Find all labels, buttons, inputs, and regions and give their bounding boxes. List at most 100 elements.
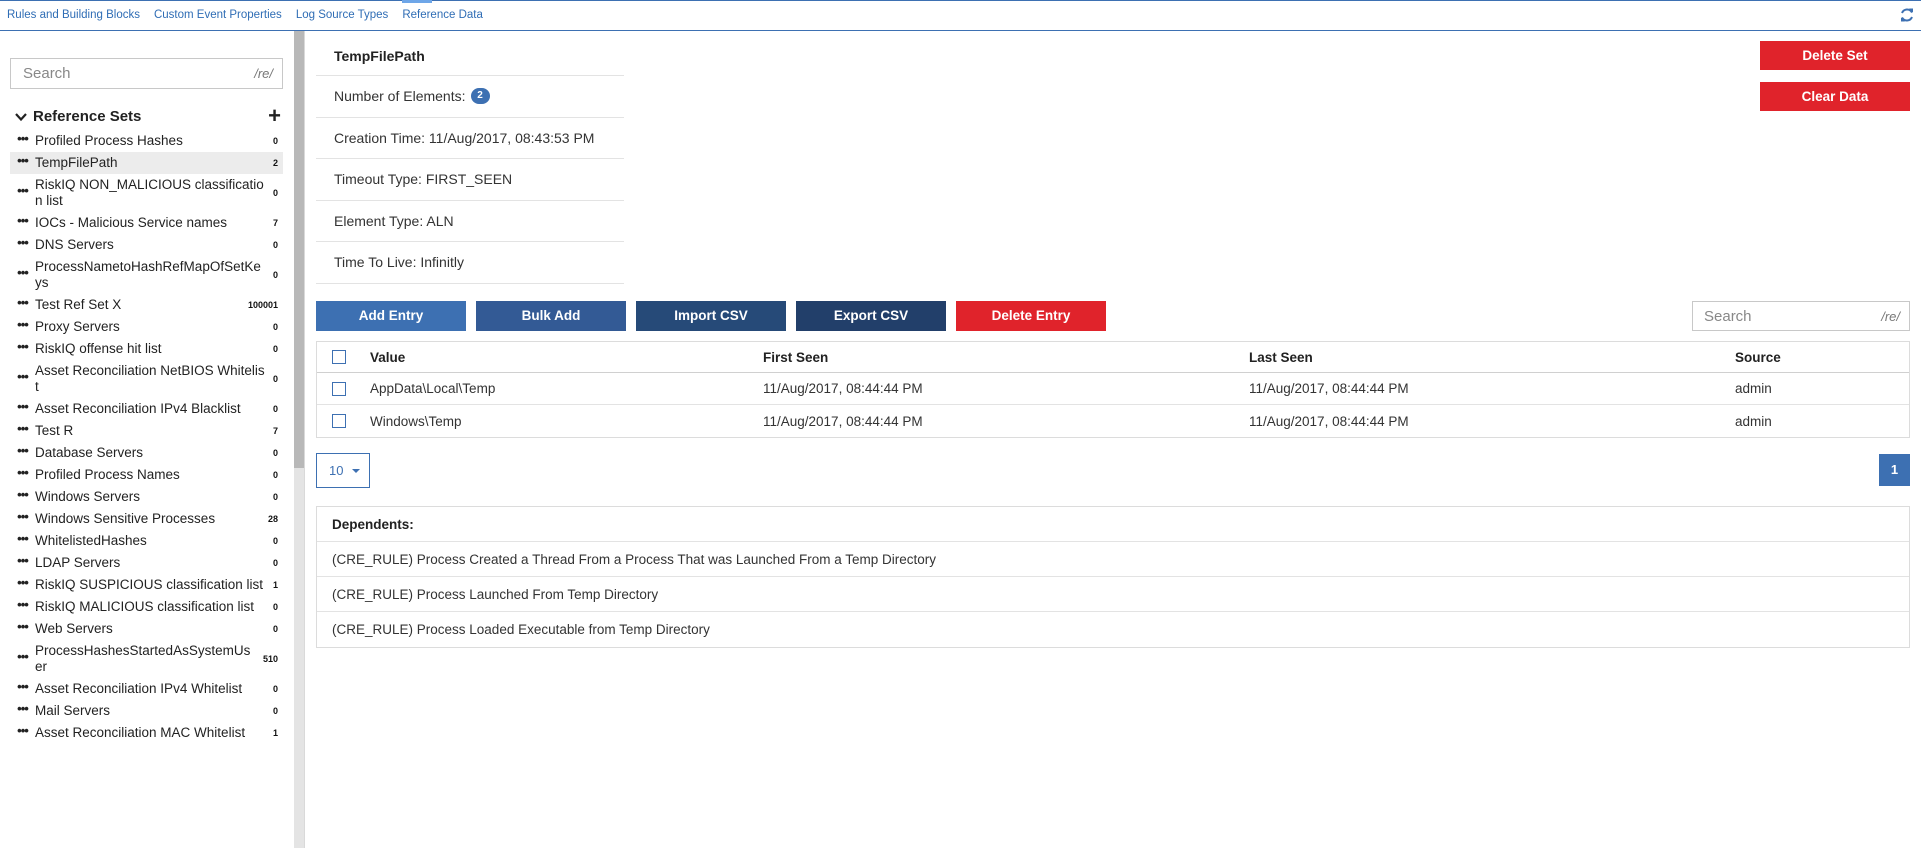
plus-icon[interactable]: +	[268, 105, 281, 127]
row-checkbox[interactable]	[332, 414, 346, 428]
table-row[interactable]: AppData\Local\Temp 11/Aug/2017, 08:44:44…	[317, 373, 1909, 405]
reference-set-item[interactable]: ••• Asset Reconciliation MAC Whitelist 1	[10, 722, 283, 744]
reference-set-count: 0	[272, 344, 278, 354]
dependent-item[interactable]: (CRE_RULE) Process Launched From Temp Di…	[317, 577, 1909, 612]
reference-set-item[interactable]: ••• ProcessHashesStartedAsSystemUser 510	[10, 640, 283, 678]
reference-set-item[interactable]: ••• Mail Servers 0	[10, 700, 283, 722]
header-first-seen[interactable]: First Seen	[763, 350, 1249, 365]
reference-set-count: 0	[272, 136, 278, 146]
ellipsis-icon[interactable]: •••	[10, 466, 35, 482]
delete-entry-button[interactable]: Delete Entry	[956, 301, 1106, 331]
table-regex-toggle[interactable]: /re/	[1881, 309, 1900, 324]
ellipsis-icon[interactable]: •••	[10, 680, 35, 696]
reference-set-item[interactable]: ••• RiskIQ MALICIOUS classification list 0	[10, 596, 283, 618]
ellipsis-icon[interactable]: •••	[10, 598, 35, 614]
ellipsis-icon[interactable]: •••	[10, 318, 35, 334]
reference-set-count: 0	[272, 624, 278, 634]
reference-set-item[interactable]: ••• TempFilePath 2	[10, 152, 283, 174]
add-entry-button[interactable]: Add Entry	[316, 301, 466, 331]
reference-set-item[interactable]: ••• Proxy Servers 0	[10, 316, 283, 338]
reference-set-name: ProcessHashesStartedAsSystemUser	[35, 643, 251, 674]
ellipsis-icon[interactable]: •••	[10, 488, 35, 504]
header-value[interactable]: Value	[370, 350, 763, 365]
reference-set-name: Asset Reconciliation MAC Whitelist	[35, 725, 246, 740]
reference-set-item[interactable]: ••• ProcessNametoHashRefMapOfSetKeys 0	[10, 256, 283, 294]
ellipsis-icon[interactable]: •••	[10, 620, 35, 636]
ellipsis-icon[interactable]: •••	[10, 422, 35, 438]
select-all-checkbox[interactable]	[332, 350, 346, 364]
dependent-item[interactable]: (CRE_RULE) Process Loaded Executable fro…	[317, 612, 1909, 647]
page-size-select[interactable]: 10	[316, 453, 370, 488]
chevron-down-icon[interactable]	[14, 110, 28, 124]
top-tab-bar: Rules and Building Blocks Custom Event P…	[0, 0, 1921, 31]
ellipsis-icon[interactable]: •••	[10, 236, 35, 252]
regex-toggle[interactable]: /re/	[254, 66, 273, 81]
reference-set-item[interactable]: ••• RiskIQ SUSPICIOUS classification list…	[10, 574, 283, 596]
ellipsis-icon[interactable]: •••	[10, 214, 35, 230]
bulk-add-button[interactable]: Bulk Add	[476, 301, 626, 331]
tab-rules-and-building-blocks[interactable]: Rules and Building Blocks	[0, 1, 147, 30]
delete-set-button[interactable]: Delete Set	[1760, 41, 1910, 70]
sidebar-scrollbar[interactable]	[294, 31, 304, 848]
reference-set-item[interactable]: ••• RiskIQ offense hit list 0	[10, 338, 283, 360]
page-1-button[interactable]: 1	[1879, 454, 1910, 486]
ellipsis-icon[interactable]: •••	[10, 724, 35, 740]
reference-set-count: 0	[272, 188, 278, 198]
ellipsis-icon[interactable]: •••	[10, 132, 35, 148]
reference-set-item[interactable]: ••• Windows Sensitive Processes 28	[10, 508, 283, 530]
reference-set-item[interactable]: ••• DNS Servers 0	[10, 234, 283, 256]
panel-divider	[304, 31, 305, 848]
reference-set-count: 100001	[247, 300, 278, 310]
row-checkbox[interactable]	[332, 381, 346, 396]
reference-set-item[interactable]: ••• IOCs - Malicious Service names 7	[10, 212, 283, 234]
reference-set-item[interactable]: ••• Asset Reconciliation IPv4 Blacklist 0	[10, 398, 283, 420]
ellipsis-icon[interactable]: •••	[10, 370, 35, 386]
table-row[interactable]: Windows\Temp 11/Aug/2017, 08:44:44 PM 11…	[317, 405, 1909, 437]
tab-reference-data[interactable]: Reference Data	[395, 0, 490, 30]
reference-set-item[interactable]: ••• Windows Servers 0	[10, 486, 283, 508]
reference-set-count: 0	[272, 558, 278, 568]
sidebar-scrollbar-thumb[interactable]	[294, 31, 304, 468]
ellipsis-icon[interactable]: •••	[10, 576, 35, 592]
reference-set-item[interactable]: ••• Database Servers 0	[10, 442, 283, 464]
ellipsis-icon[interactable]: •••	[10, 184, 35, 200]
ellipsis-icon[interactable]: •••	[10, 702, 35, 718]
table-search-input[interactable]	[1693, 302, 1863, 330]
reference-set-item[interactable]: ••• Test R 7	[10, 420, 283, 442]
ellipsis-icon[interactable]: •••	[10, 444, 35, 460]
reference-set-item[interactable]: ••• WhitelistedHashes 0	[10, 530, 283, 552]
ellipsis-icon[interactable]: •••	[10, 554, 35, 570]
tab-log-source-types[interactable]: Log Source Types	[289, 1, 396, 30]
reference-set-item[interactable]: ••• Asset Reconciliation IPv4 Whitelist 0	[10, 678, 283, 700]
tab-custom-event-properties[interactable]: Custom Event Properties	[147, 1, 289, 30]
ellipsis-icon[interactable]: •••	[10, 154, 35, 170]
sidebar-search-input[interactable]	[11, 59, 241, 88]
header-source[interactable]: Source	[1735, 350, 1909, 365]
ellipsis-icon[interactable]: •••	[10, 340, 35, 356]
import-csv-button[interactable]: Import CSV	[636, 301, 786, 331]
ellipsis-icon[interactable]: •••	[10, 400, 35, 416]
dependent-item[interactable]: (CRE_RULE) Process Created a Thread From…	[317, 542, 1909, 577]
clear-data-button[interactable]: Clear Data	[1760, 82, 1910, 111]
reference-set-item[interactable]: ••• Profiled Process Hashes 0	[10, 130, 283, 152]
reference-set-item[interactable]: ••• Test Ref Set X 100001	[10, 294, 283, 316]
ellipsis-icon[interactable]: •••	[10, 510, 35, 526]
ellipsis-icon[interactable]: •••	[10, 532, 35, 548]
header-last-seen[interactable]: Last Seen	[1249, 350, 1735, 365]
refresh-icon[interactable]	[1899, 7, 1915, 23]
reference-set-item[interactable]: ••• Asset Reconciliation NetBIOS Whitelis…	[10, 360, 283, 398]
reference-set-item[interactable]: ••• Web Servers 0	[10, 618, 283, 640]
reference-set-list: ••• Profiled Process Hashes 0 ••• TempFilePa…	[10, 130, 283, 744]
ellipsis-icon[interactable]: •••	[10, 650, 35, 666]
ellipsis-icon[interactable]: •••	[10, 266, 35, 282]
reference-set-item[interactable]: ••• RiskIQ NON_MALICIOUS classification l…	[10, 174, 283, 212]
number-of-elements: Number of Elements: 2	[316, 76, 624, 118]
reference-set-item[interactable]: ••• LDAP Servers 0	[10, 552, 283, 574]
reference-set-name: Asset Reconciliation NetBIOS Whitelist	[35, 363, 265, 394]
elements-count-badge: 2	[470, 88, 490, 105]
ellipsis-icon[interactable]: •••	[10, 296, 35, 312]
reference-set-item[interactable]: ••• Profiled Process Names 0	[10, 464, 283, 486]
caret-down-icon	[352, 469, 360, 473]
reference-set-count: 1	[272, 728, 278, 738]
export-csv-button[interactable]: Export CSV	[796, 301, 946, 331]
